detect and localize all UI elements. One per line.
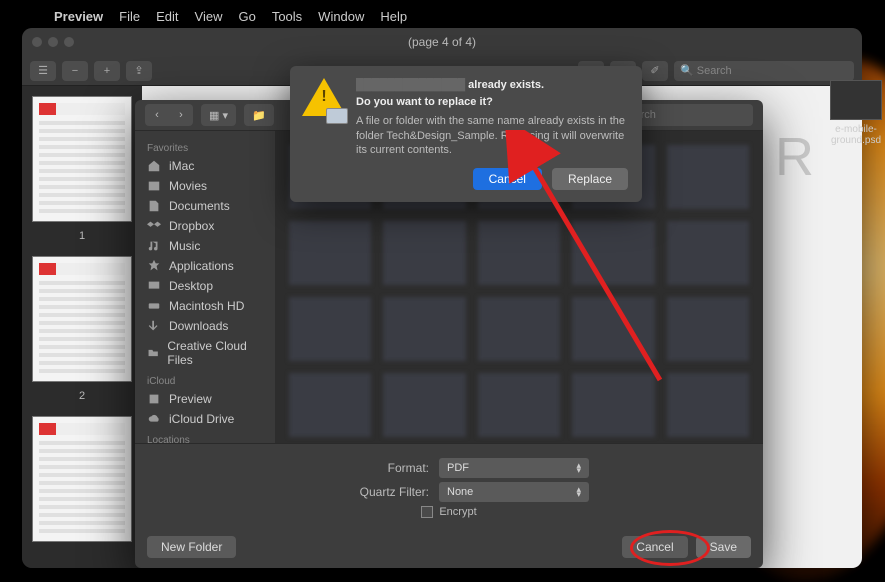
sidebar-item-dropbox[interactable]: Dropbox bbox=[135, 216, 275, 236]
file-item[interactable] bbox=[667, 373, 749, 437]
sidebar-item-creative-cloud[interactable]: Creative Cloud Files bbox=[135, 336, 275, 370]
sidebar-item-applications[interactable]: Applications bbox=[135, 256, 275, 276]
sidebar-item-movies[interactable]: Movies bbox=[135, 176, 275, 196]
page-number-1: 1 bbox=[79, 230, 85, 242]
sidebar-item-music[interactable]: Music bbox=[135, 236, 275, 256]
window-titlebar: (page 4 of 4) bbox=[22, 28, 862, 56]
folder-icon bbox=[147, 346, 159, 360]
desktop-file-label: e-mobile-ground.psd bbox=[825, 124, 885, 146]
alert-body-text: A file or folder with the same name alre… bbox=[356, 114, 628, 159]
file-item[interactable] bbox=[667, 145, 749, 209]
sidebar-item-desktop[interactable]: Desktop bbox=[135, 276, 275, 296]
file-item[interactable] bbox=[289, 373, 371, 437]
save-dialog-cancel-button[interactable]: Cancel bbox=[622, 536, 687, 558]
movies-icon bbox=[147, 179, 161, 193]
desktop-file-thumb bbox=[830, 80, 882, 120]
nav-back-forward[interactable]: ‹› bbox=[145, 104, 193, 126]
sidebar-item-icloud-drive[interactable]: iCloud Drive bbox=[135, 409, 275, 429]
share-button[interactable]: ⇪ bbox=[126, 61, 152, 81]
file-item[interactable] bbox=[572, 221, 654, 285]
desktop-file[interactable]: e-mobile-ground.psd bbox=[825, 80, 885, 146]
preview-search-placeholder: Search bbox=[697, 65, 732, 77]
markup-button[interactable]: ✐ bbox=[642, 61, 668, 81]
file-item[interactable] bbox=[667, 221, 749, 285]
select-arrows-icon: ▴▾ bbox=[576, 463, 581, 473]
file-item[interactable] bbox=[383, 221, 465, 285]
page-thumbnail-2[interactable] bbox=[32, 256, 132, 382]
menu-window[interactable]: Window bbox=[318, 9, 364, 24]
file-item[interactable] bbox=[383, 373, 465, 437]
quartz-filter-select[interactable]: None ▴▾ bbox=[439, 482, 589, 502]
file-item[interactable] bbox=[478, 297, 560, 361]
encrypt-label: Encrypt bbox=[439, 506, 476, 518]
file-item[interactable] bbox=[572, 373, 654, 437]
menu-tools[interactable]: Tools bbox=[272, 9, 302, 24]
file-item[interactable] bbox=[289, 297, 371, 361]
music-icon bbox=[147, 239, 161, 253]
file-item[interactable] bbox=[289, 221, 371, 285]
select-arrows-icon: ▴▾ bbox=[576, 487, 581, 497]
menu-edit[interactable]: Edit bbox=[156, 9, 178, 24]
file-item[interactable] bbox=[478, 373, 560, 437]
sidebar-header-locations: Locations bbox=[135, 429, 275, 443]
dropbox-icon bbox=[147, 219, 161, 233]
file-item[interactable] bbox=[572, 297, 654, 361]
documents-icon bbox=[147, 199, 161, 213]
desktop-icon bbox=[147, 279, 161, 293]
macos-menubar: Preview File Edit View Go Tools Window H… bbox=[38, 6, 407, 26]
sidebar-header-favorites: Favorites bbox=[135, 137, 275, 156]
alert-title-line1: ██████████████ already exists. bbox=[356, 78, 628, 93]
window-title: (page 4 of 4) bbox=[22, 35, 862, 49]
sidebar-item-documents[interactable]: Documents bbox=[135, 196, 275, 216]
preview-search-field[interactable]: 🔍 Search bbox=[674, 61, 854, 81]
sidebar-item-imac[interactable]: iMac bbox=[135, 156, 275, 176]
hdd-icon bbox=[147, 299, 161, 313]
thumbnail-sidebar[interactable]: 1 2 bbox=[22, 86, 142, 568]
new-folder-button[interactable]: New Folder bbox=[147, 536, 236, 558]
alert-cancel-button[interactable]: Cancel bbox=[473, 168, 542, 190]
warning-icon: ! bbox=[302, 78, 346, 122]
preview-icon bbox=[147, 392, 161, 406]
format-label: Format: bbox=[309, 461, 429, 475]
page-thumbnail-3[interactable] bbox=[32, 416, 132, 542]
save-button[interactable]: Save bbox=[696, 536, 751, 558]
path-folder-button[interactable]: 📁 bbox=[244, 104, 274, 126]
menu-help[interactable]: Help bbox=[380, 9, 407, 24]
encrypt-checkbox[interactable] bbox=[421, 506, 433, 518]
zoom-out-button[interactable]: − bbox=[62, 61, 88, 81]
menu-file[interactable]: File bbox=[119, 9, 140, 24]
cloud-icon bbox=[147, 412, 161, 426]
applications-icon bbox=[147, 259, 161, 273]
zoom-in-button[interactable]: + bbox=[94, 61, 120, 81]
menu-go[interactable]: Go bbox=[238, 9, 255, 24]
page-number-2: 2 bbox=[79, 390, 85, 402]
save-dialog-options: Format: PDF ▴▾ Quartz Filter: None ▴▾ En… bbox=[135, 444, 763, 528]
downloads-icon bbox=[147, 319, 161, 333]
save-dialog-footer: New Folder Cancel Save bbox=[135, 528, 763, 568]
menu-view[interactable]: View bbox=[195, 9, 223, 24]
sidebar-item-preview-icloud[interactable]: Preview bbox=[135, 389, 275, 409]
page-thumbnail-1[interactable] bbox=[32, 96, 132, 222]
sidebar-item-macintosh-hd[interactable]: Macintosh HD bbox=[135, 296, 275, 316]
alert-replace-button[interactable]: Replace bbox=[552, 168, 628, 190]
format-select[interactable]: PDF ▴▾ bbox=[439, 458, 589, 478]
replace-alert: ! ██████████████ already exists. Do you … bbox=[290, 66, 642, 202]
view-mode-button[interactable]: ▦ ▾ bbox=[201, 104, 236, 126]
app-name-menu[interactable]: Preview bbox=[54, 9, 103, 24]
sidebar-toggle-button[interactable]: ☰ bbox=[30, 61, 56, 81]
file-item[interactable] bbox=[478, 221, 560, 285]
home-icon bbox=[147, 159, 161, 173]
file-item[interactable] bbox=[383, 297, 465, 361]
sidebar-item-downloads[interactable]: Downloads bbox=[135, 316, 275, 336]
file-item[interactable] bbox=[667, 297, 749, 361]
sidebar-header-icloud: iCloud bbox=[135, 370, 275, 389]
quartz-filter-label: Quartz Filter: bbox=[309, 485, 429, 499]
alert-title-line2: Do you want to replace it? bbox=[356, 95, 628, 110]
search-icon: 🔍 bbox=[680, 64, 694, 77]
save-dialog-sidebar[interactable]: Favorites iMac Movies Documents Dropbox … bbox=[135, 131, 275, 443]
